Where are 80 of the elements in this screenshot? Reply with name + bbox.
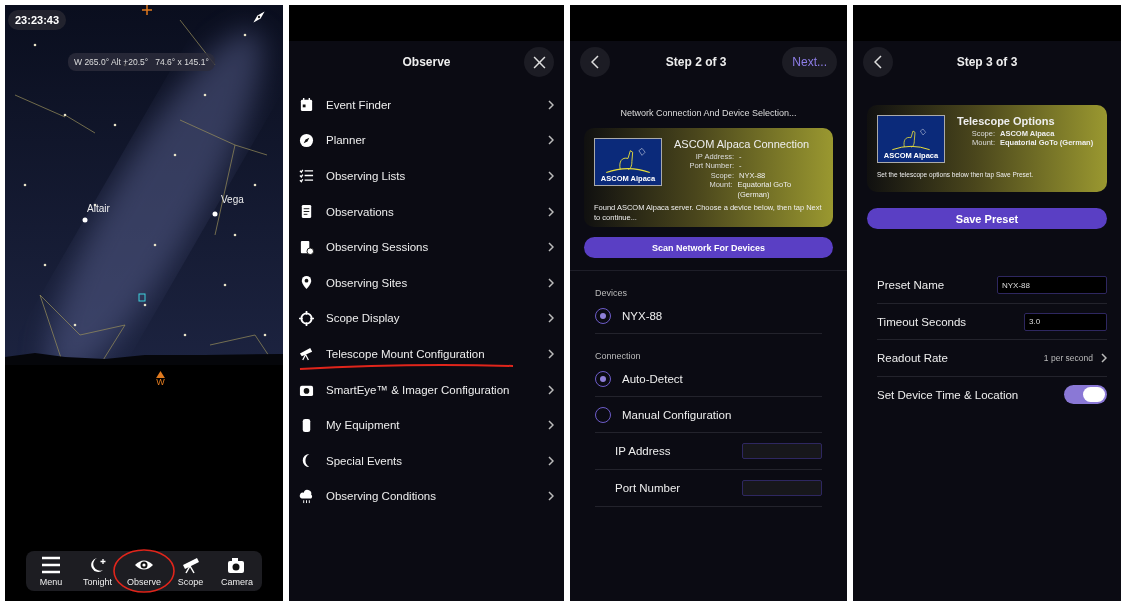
setting-label: Preset Name xyxy=(877,279,945,292)
menu-item-icon xyxy=(299,239,314,255)
menu-item-icon xyxy=(299,310,314,326)
card-title: ASCOM Alpaca Connection xyxy=(674,138,811,150)
compass-icon[interactable] xyxy=(251,9,267,25)
chevron-icon xyxy=(1101,353,1107,364)
section-header: Devices xyxy=(595,288,628,299)
menu-item[interactable]: Observing Sessions xyxy=(299,229,554,265)
chevron-icon xyxy=(548,455,554,466)
input-field[interactable] xyxy=(742,443,822,460)
back-icon xyxy=(874,55,882,69)
setting-label: Set Device Time & Location xyxy=(877,388,1019,401)
star-label: Altair xyxy=(87,203,110,214)
close-icon xyxy=(532,55,546,69)
menu-item[interactable]: Event Finder xyxy=(299,87,554,123)
save-preset-button[interactable]: Save Preset xyxy=(867,208,1107,230)
chevron-icon xyxy=(548,313,554,324)
menu-item[interactable]: Observing Sites xyxy=(299,264,554,301)
chevron-icon xyxy=(548,242,554,253)
chevron-icon xyxy=(548,171,554,181)
menu-icon xyxy=(41,556,61,574)
tab[interactable]: Scope xyxy=(167,551,214,591)
direction-label: W xyxy=(156,378,165,387)
close-button[interactable] xyxy=(524,47,554,77)
chevron-icon xyxy=(548,99,554,110)
menu-item-icon xyxy=(299,204,314,220)
camera-icon xyxy=(227,556,247,574)
menu-item-icon xyxy=(299,275,314,291)
menu-item[interactable]: Planner xyxy=(299,122,554,159)
tab[interactable]: Tonight xyxy=(74,551,121,591)
screen-title: Observe xyxy=(402,55,451,69)
chevron-icon xyxy=(548,420,554,431)
chevron-icon xyxy=(548,277,554,288)
device-option[interactable]: NYX-88 xyxy=(595,298,822,335)
chevron-icon xyxy=(548,135,554,146)
direction-marker-icon xyxy=(156,371,165,378)
input-field[interactable] xyxy=(742,480,822,497)
menu-item[interactable]: Special Events xyxy=(299,442,554,479)
input-field[interactable]: 3.0 xyxy=(1024,312,1107,331)
scan-network-button[interactable]: Scan Network For Devices xyxy=(584,237,833,259)
input-field[interactable]: NYX-88 xyxy=(997,276,1107,295)
menu-item[interactable]: Observations xyxy=(299,193,554,230)
card-title: Telescope Options xyxy=(957,115,1056,127)
section-header: Connection xyxy=(595,351,642,362)
menu-item-icon xyxy=(299,132,314,148)
connection-option[interactable]: Auto-Detect xyxy=(595,361,822,398)
star-label: Vega xyxy=(221,194,244,205)
pointing-readout: W 265.0° Alt +20.5° 74.6° x 145.1° xyxy=(68,53,215,71)
chevron-icon xyxy=(548,384,554,395)
menu-item[interactable]: Observing Conditions xyxy=(299,478,554,515)
menu-item[interactable]: My Equipment xyxy=(299,407,554,443)
screen-title: Step 2 of 3 xyxy=(665,55,727,69)
telescope-icon xyxy=(180,556,201,574)
tab[interactable]: Menu xyxy=(28,551,74,591)
tab[interactable]: Camera xyxy=(214,551,260,591)
setting-label: Timeout Seconds xyxy=(877,315,967,328)
time-display: 23:23:43 xyxy=(8,10,67,30)
back-icon xyxy=(591,55,599,69)
menu-item[interactable]: Scope Display xyxy=(299,300,554,337)
screen-title: Step 3 of 3 xyxy=(956,55,1018,69)
next-button[interactable]: Next... xyxy=(782,47,837,77)
menu-item[interactable]: Observing Lists xyxy=(299,158,554,194)
menu-item[interactable]: Telescope Mount Configuration xyxy=(299,336,554,372)
chevron-icon xyxy=(548,348,554,359)
field-label: IP Address xyxy=(615,445,671,458)
menu-item-icon xyxy=(299,168,314,184)
chevron-icon xyxy=(548,206,554,217)
chevron-icon xyxy=(548,491,554,502)
field-label: Port Number xyxy=(615,482,681,495)
menu-item-icon xyxy=(299,488,314,504)
menu-item-icon xyxy=(299,346,314,362)
connection-option[interactable]: Manual Configuration xyxy=(595,397,822,434)
menu-item[interactable]: SmartEye™ & Imager Configuration xyxy=(299,371,554,408)
setting-value[interactable]: 1 per second xyxy=(1043,353,1093,364)
setting-label: Readout Rate xyxy=(877,352,948,365)
back-button[interactable] xyxy=(863,47,893,77)
back-button[interactable] xyxy=(580,47,610,77)
section-subtitle: Network Connection And Device Selection... xyxy=(619,108,798,118)
toggle-switch[interactable] xyxy=(1064,385,1107,405)
menu-item-icon xyxy=(299,97,314,113)
